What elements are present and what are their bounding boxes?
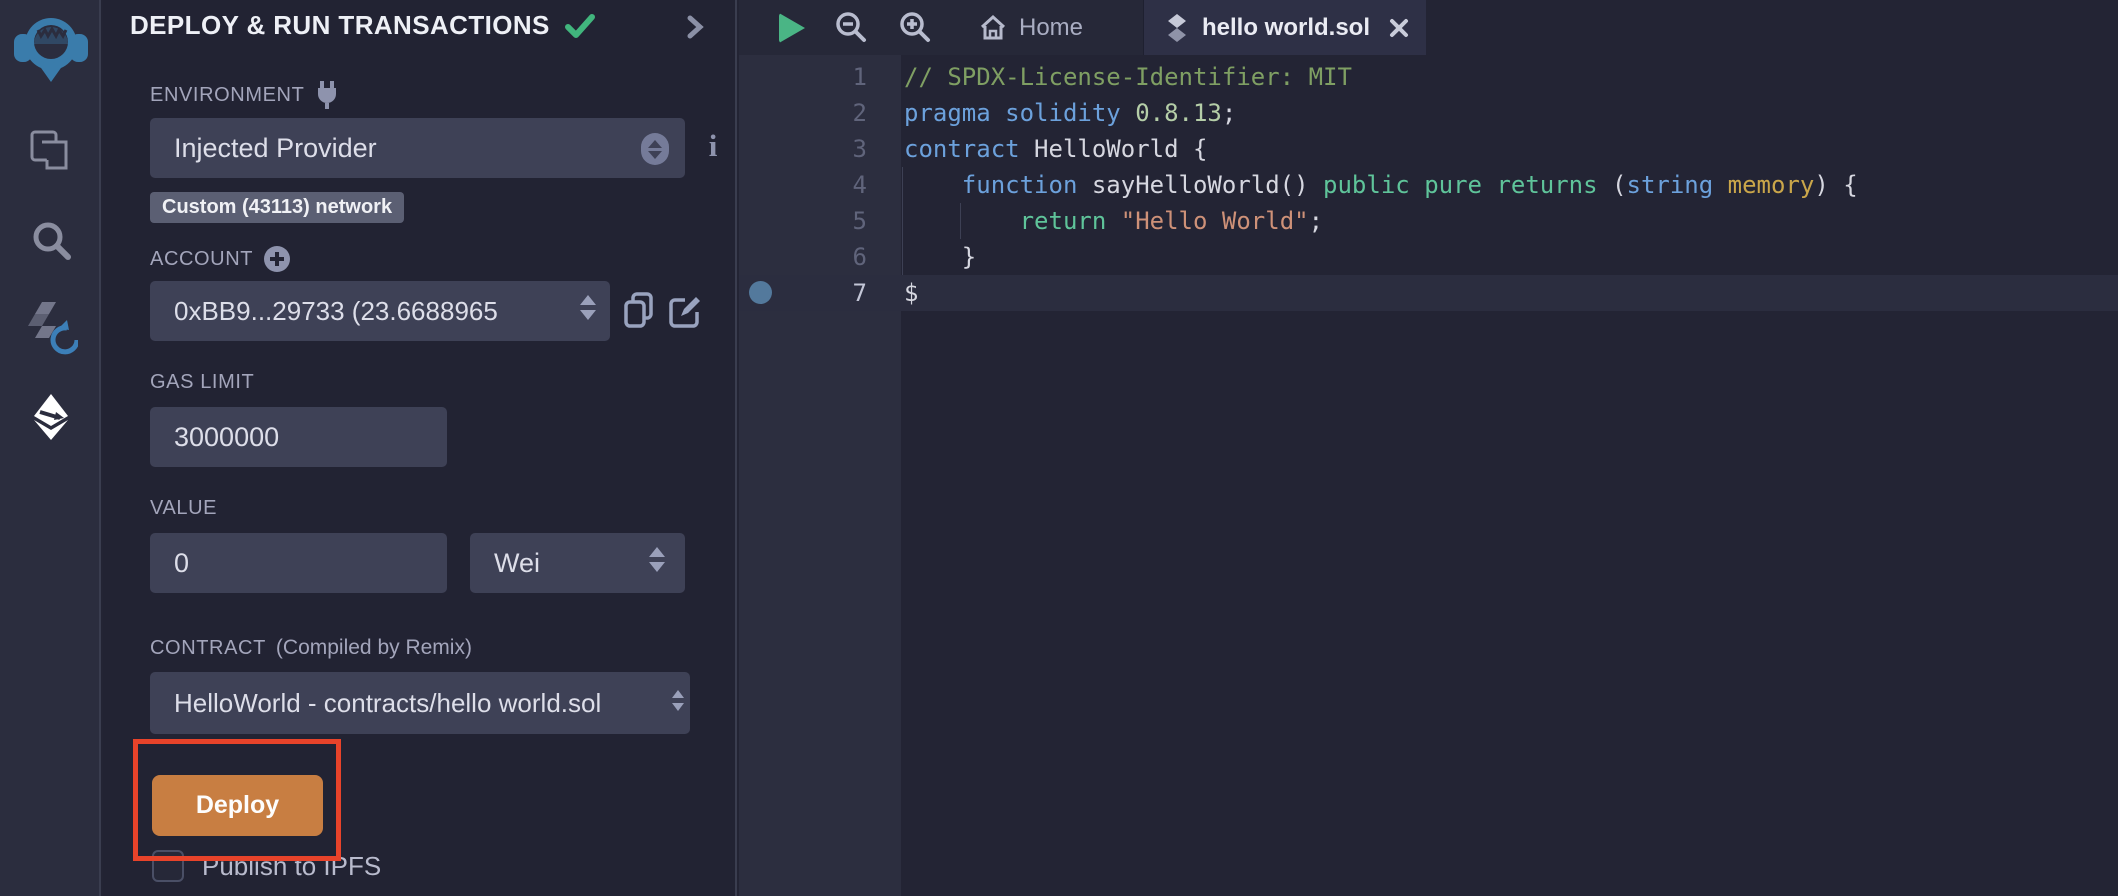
code-line[interactable]: pragma solidity 0.8.13; — [904, 95, 1858, 131]
home-icon — [979, 14, 1007, 42]
value-label: VALUE — [150, 497, 217, 520]
code-token — [1482, 171, 1496, 199]
code-line[interactable]: contract HelloWorld { — [904, 131, 1858, 167]
publish-ipfs-checkbox[interactable] — [152, 850, 184, 882]
line-number[interactable]: 3 — [739, 131, 867, 167]
zoom-in-icon[interactable] — [897, 10, 933, 46]
line-number[interactable]: 2 — [739, 95, 867, 131]
value-unit: Wei — [494, 548, 540, 579]
line-number[interactable]: 7 — [739, 275, 867, 311]
contract-select-arrows-icon — [672, 690, 684, 711]
line-number[interactable]: 4 — [739, 167, 867, 203]
environment-select-arrows-icon — [641, 133, 669, 165]
code-token — [1106, 207, 1120, 235]
code-token: string — [1627, 171, 1714, 199]
tab-home[interactable]: Home — [969, 0, 1093, 55]
code-token: HelloWorld { — [1034, 135, 1207, 163]
remix-logo-icon[interactable] — [0, 8, 101, 88]
deploy-run-panel: DEPLOY & RUN TRANSACTIONS ENVIRONMENT In… — [103, 0, 737, 896]
code-token: function — [962, 171, 1078, 199]
deploy-button[interactable]: Deploy — [152, 775, 323, 836]
environment-select[interactable]: Injected Provider — [150, 118, 685, 178]
tab-home-label: Home — [1019, 14, 1083, 42]
add-account-icon[interactable] — [263, 245, 291, 273]
close-tab-icon[interactable] — [1388, 17, 1410, 39]
code-token: 0.8.13 — [1135, 99, 1222, 127]
environment-value: Injected Provider — [174, 133, 377, 164]
account-select-arrows-icon — [580, 295, 596, 320]
icon-sidebar — [0, 0, 101, 896]
network-badge: Custom (43113) network — [150, 192, 404, 223]
code-token: returns — [1496, 171, 1597, 199]
edit-account-icon[interactable] — [669, 294, 703, 333]
gas-limit-value: 3000000 — [174, 422, 279, 453]
gas-limit-input[interactable]: 3000000 — [150, 407, 447, 467]
indent-guide — [902, 167, 903, 275]
code-token: ; — [1309, 207, 1323, 235]
panel-collapse-chevron-icon[interactable] — [685, 12, 705, 47]
code-line[interactable]: function sayHelloWorld() public pure ret… — [904, 167, 1858, 203]
code-line[interactable]: $ — [904, 275, 1858, 311]
code-token: public — [1323, 171, 1410, 199]
environment-label: ENVIRONMENT — [150, 84, 304, 107]
code-token — [1713, 171, 1727, 199]
code-token — [904, 207, 1020, 235]
plug-icon — [314, 80, 340, 110]
line-number[interactable]: 5 — [739, 203, 867, 239]
code-editor: Home hello world.sol 1234567 // SPDX-Lic… — [739, 0, 2118, 896]
code-line[interactable]: return "Hello World"; — [904, 203, 1858, 239]
code-token: sayHelloWorld() — [1077, 171, 1323, 199]
value-unit-arrows-icon — [649, 547, 665, 572]
code-token: // SPDX-License-Identifier: MIT — [904, 63, 1352, 91]
line-number[interactable]: 6 — [739, 239, 867, 275]
zoom-out-icon[interactable] — [833, 10, 869, 46]
copy-account-icon[interactable] — [623, 292, 655, 333]
code-content[interactable]: // SPDX-License-Identifier: MIT pragma so… — [904, 59, 1858, 311]
code-token — [904, 171, 962, 199]
panel-title: DEPLOY & RUN TRANSACTIONS — [130, 10, 550, 41]
code-line[interactable]: // SPDX-License-Identifier: MIT — [904, 59, 1858, 95]
contract-sublabel: (Compiled by Remix) — [276, 636, 472, 660]
run-script-play-icon[interactable] — [779, 13, 805, 43]
code-token: } — [904, 243, 976, 271]
file-explorer-icon[interactable] — [0, 128, 101, 174]
remix-ide-window: DEPLOY & RUN TRANSACTIONS ENVIRONMENT In… — [0, 0, 2118, 896]
contract-value: HelloWorld - contracts/hello world.sol — [174, 688, 601, 719]
solidity-file-icon — [1166, 13, 1188, 43]
line-number[interactable]: 1 — [739, 59, 867, 95]
tab-hello-world-sol[interactable]: hello world.sol — [1143, 0, 1426, 55]
compile-success-check-icon — [564, 12, 596, 40]
solidity-compiler-icon[interactable] — [0, 298, 101, 356]
code-token: contract — [904, 135, 1034, 163]
account-label: ACCOUNT — [150, 248, 253, 271]
code-line[interactable]: } — [904, 239, 1858, 275]
account-value: 0xBB9...29733 (23.6688965 — [174, 296, 498, 327]
value-unit-select[interactable]: Wei — [470, 533, 685, 593]
code-token: pure — [1424, 171, 1482, 199]
code-token — [1410, 171, 1424, 199]
value-amount: 0 — [174, 548, 189, 579]
tab-active-label: hello world.sol — [1202, 14, 1370, 42]
gas-limit-label: GAS LIMIT — [150, 371, 254, 394]
code-token: pragma solidity — [904, 99, 1135, 127]
code-token: $ — [904, 279, 918, 307]
publish-ipfs-label: Publish to IPFS — [202, 851, 381, 882]
deploy-run-icon[interactable] — [0, 392, 101, 442]
contract-label: CONTRACT — [150, 637, 266, 660]
account-select[interactable]: 0xBB9...29733 (23.6688965 — [150, 281, 610, 341]
code-token: ; — [1222, 99, 1236, 127]
code-token: ( — [1598, 171, 1627, 199]
environment-info-icon[interactable]: i — [698, 128, 728, 164]
contract-select[interactable]: HelloWorld - contracts/hello world.sol — [150, 672, 690, 734]
line-numbers: 1234567 — [739, 59, 867, 311]
code-token: return — [1020, 207, 1107, 235]
value-input[interactable]: 0 — [150, 533, 447, 593]
code-token: "Hello World" — [1121, 207, 1309, 235]
code-token: ) { — [1814, 171, 1857, 199]
search-icon[interactable] — [0, 218, 101, 264]
code-token: memory — [1728, 171, 1815, 199]
